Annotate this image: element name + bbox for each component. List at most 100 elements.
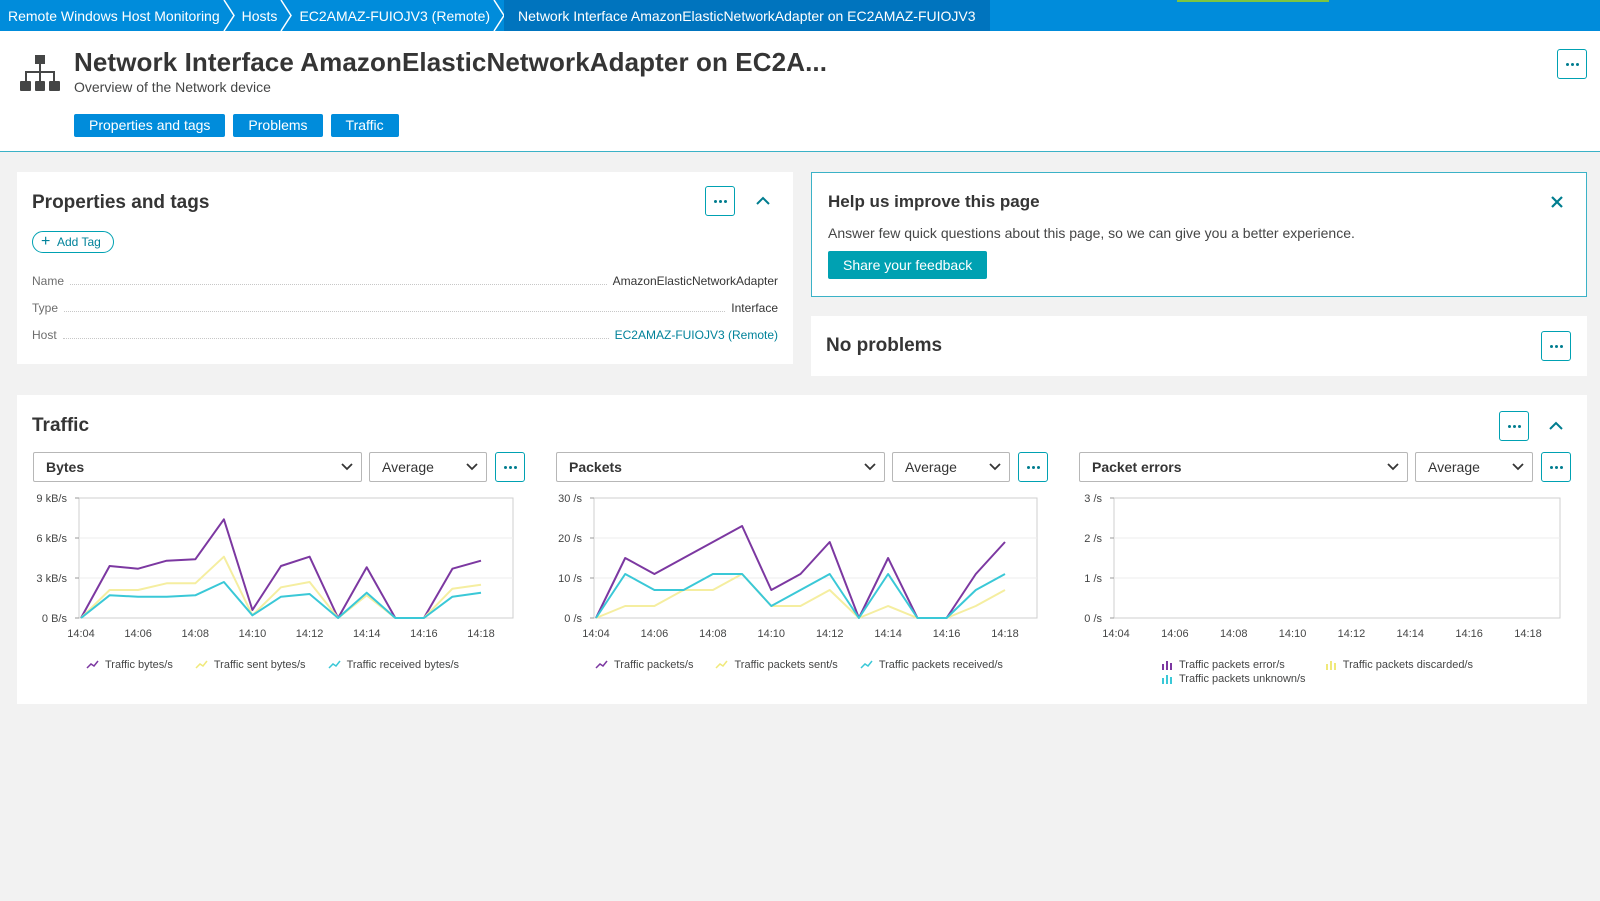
property-value: Interface	[731, 301, 778, 315]
loading-indicator	[1177, 0, 1329, 2]
property-key: Host	[32, 328, 57, 342]
breadcrumb-label: EC2AMAZ-FUIOJV3 (Remote)	[299, 7, 491, 24]
properties-title: Properties and tags	[32, 192, 210, 213]
x-tick-label: 14:04	[67, 628, 95, 640]
legend-item[interactable]: Traffic bytes/s	[86, 659, 173, 671]
chevron-up-icon[interactable]	[1547, 417, 1565, 435]
chevron-down-icon	[466, 463, 478, 471]
x-tick-label: 14:16	[1455, 628, 1483, 640]
legend-label: Traffic packets discarded/s	[1342, 659, 1473, 671]
x-tick-label: 14:12	[1338, 628, 1366, 640]
series-line	[595, 573, 1006, 619]
breadcrumb-label: Remote Windows Host Monitoring	[8, 7, 220, 24]
legend-item[interactable]: Traffic packets/s	[595, 659, 693, 671]
jump-problems-button[interactable]: Problems	[233, 114, 323, 137]
legend-item[interactable]: Traffic sent bytes/s	[195, 659, 306, 671]
line-series-icon	[328, 660, 341, 669]
feedback-title: Help us improve this page	[828, 192, 1040, 211]
x-tick-label: 14:08	[182, 628, 210, 640]
problems-more-button[interactable]	[1541, 331, 1571, 361]
page-more-button[interactable]	[1557, 49, 1587, 79]
y-tick-label: 6 kB/s	[36, 533, 67, 545]
chevron-down-icon	[864, 463, 876, 471]
page-header: Network Interface AmazonElasticNetworkAd…	[0, 31, 1600, 152]
aggregation-select-packets[interactable]: Average	[892, 452, 1010, 482]
plus-icon: +	[41, 233, 51, 250]
y-tick-label: 10 /s	[558, 573, 582, 585]
bar-series-icon	[1162, 675, 1172, 684]
aggregation-select-packet-errors[interactable]: Average	[1415, 452, 1533, 482]
breadcrumb-item-host[interactable]: EC2AMAZ-FUIOJV3 (Remote)	[291, 0, 505, 31]
bytes-chart-more-button[interactable]	[495, 452, 525, 482]
jump-traffic-button[interactable]: Traffic	[330, 114, 399, 137]
x-tick-label: 14:18	[991, 628, 1019, 640]
y-tick-label: 9 kB/s	[36, 493, 67, 505]
bytes-chart: 9 kB/s 6 kB/s 3 kB/s 0 B/s 14:04 14:06 14:08 14…	[36, 493, 514, 640]
traffic-more-button[interactable]	[1499, 411, 1529, 441]
x-tick-label: 14:14	[874, 628, 902, 640]
y-tick-label: 30 /s	[558, 493, 582, 505]
line-series-icon	[715, 660, 729, 669]
breadcrumb: Remote Windows Host Monitoring Hosts EC2…	[0, 0, 1600, 31]
series-line	[595, 573, 1006, 619]
legend-label: Traffic bytes/s	[105, 659, 173, 671]
select-value: Average	[382, 459, 434, 475]
y-tick-label: 3 kB/s	[36, 573, 67, 585]
property-row-name: Name AmazonElasticNetworkAdapter	[32, 272, 778, 288]
legend-item[interactable]: Traffic packets received/s	[860, 659, 1003, 671]
y-tick-label: 0 /s	[1084, 613, 1102, 625]
y-tick-label: 20 /s	[558, 533, 582, 545]
breadcrumb-item-remote-monitoring[interactable]: Remote Windows Host Monitoring	[0, 0, 235, 31]
chevron-down-icon	[341, 463, 353, 471]
legend-item[interactable]: Traffic received bytes/s	[328, 659, 459, 671]
legend-label: Traffic packets sent/s	[734, 659, 838, 671]
line-series-icon	[860, 660, 873, 669]
breadcrumb-item-hosts[interactable]: Hosts	[234, 0, 293, 31]
metric-select-packet-errors[interactable]: Packet errors	[1079, 452, 1408, 482]
legend-label: Traffic packets error/s	[1179, 659, 1285, 671]
legend-item[interactable]: Traffic packets unknown/s	[1161, 673, 1306, 685]
share-feedback-button[interactable]: Share your feedback	[828, 251, 988, 279]
jump-properties-button[interactable]: Properties and tags	[74, 114, 226, 137]
host-link[interactable]: EC2AMAZ-FUIOJV3 (Remote)	[615, 328, 778, 342]
aggregation-select-bytes[interactable]: Average	[369, 452, 487, 482]
packets-chart-legend: Traffic packets/s Traffic packets sent/s…	[595, 659, 1003, 671]
bar-series-icon	[1162, 661, 1172, 670]
packet-errors-chart-more-button[interactable]	[1541, 452, 1571, 482]
leader-dots	[62, 338, 609, 339]
close-icon[interactable]	[1550, 195, 1564, 209]
metric-select-packets[interactable]: Packets	[556, 452, 885, 482]
legend-item[interactable]: Traffic packets sent/s	[715, 659, 838, 671]
x-tick-label: 14:10	[239, 628, 267, 640]
bar-series-icon	[1325, 661, 1336, 670]
packets-chart: 30 /s 20 /s 10 /s 0 /s14:04 14:06 14:08 14:10 1…	[558, 493, 1038, 640]
select-value: Packet errors	[1092, 459, 1182, 475]
feedback-text: Answer few quick questions about this pa…	[828, 225, 1355, 241]
legend-item[interactable]: Traffic packets discarded/s	[1325, 659, 1473, 671]
section-jump-buttons: Properties and tags Problems Traffic	[74, 114, 399, 137]
bytes-chart-legend: Traffic bytes/s Traffic sent bytes/s Tra…	[86, 659, 459, 671]
property-row-host: Host EC2AMAZ-FUIOJV3 (Remote)	[32, 326, 778, 342]
x-tick-label: 14:08	[1220, 628, 1248, 640]
packets-chart-more-button[interactable]	[1018, 452, 1048, 482]
add-tag-button[interactable]: + Add Tag	[32, 231, 114, 253]
breadcrumb-label: Hosts	[241, 7, 278, 24]
plot-frame	[1113, 497, 1561, 619]
breadcrumb-label: Network Interface AmazonElasticNetworkAd…	[518, 7, 976, 24]
chevron-up-icon[interactable]	[754, 192, 772, 210]
metric-select-bytes[interactable]: Bytes	[33, 452, 362, 482]
breadcrumb-item-current: Network Interface AmazonElasticNetworkAd…	[504, 0, 990, 31]
legend-label: Traffic packets/s	[614, 659, 694, 671]
properties-more-button[interactable]	[705, 186, 735, 216]
y-tick-label: 1 /s	[1084, 573, 1102, 585]
property-row-type: Type Interface	[32, 299, 778, 315]
x-tick-label: 14:10	[758, 628, 786, 640]
line-series-icon	[595, 660, 608, 669]
x-tick-label: 14:14	[1397, 628, 1425, 640]
page-title: Network Interface AmazonElasticNetworkAd…	[74, 47, 828, 77]
legend-label: Traffic packets received/s	[878, 659, 1003, 671]
x-tick-label: 14:16	[410, 628, 438, 640]
page-subtitle: Overview of the Network device	[74, 79, 271, 95]
x-tick-label: 14:10	[1279, 628, 1307, 640]
legend-item[interactable]: Traffic packets error/s	[1161, 659, 1285, 671]
